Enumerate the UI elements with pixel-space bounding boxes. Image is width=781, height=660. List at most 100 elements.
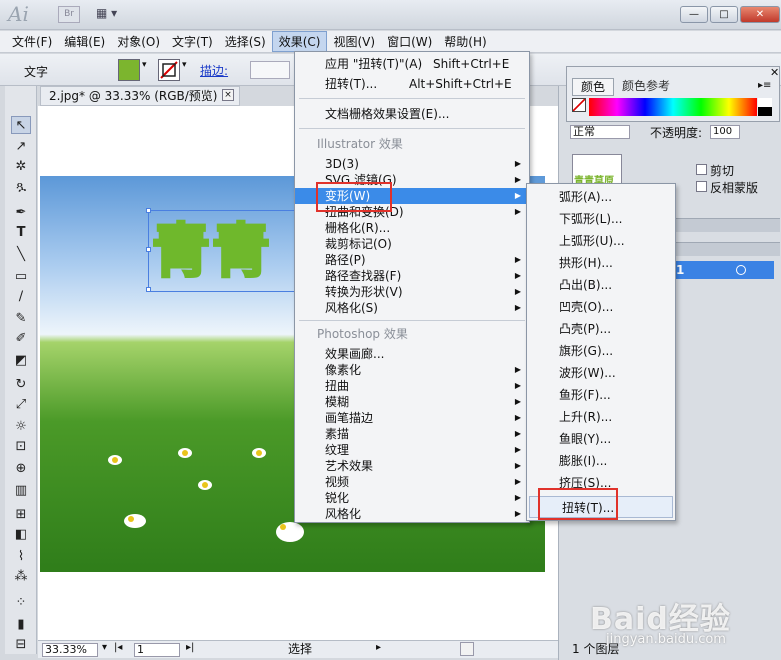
rectangle-tool-icon[interactable]: ▭ <box>11 268 31 286</box>
warp-item-arc[interactable]: 弧形(A)... <box>527 186 675 208</box>
warp-item-rise[interactable]: 上升(R)... <box>527 406 675 428</box>
eyedropper-icon[interactable]: ⌇ <box>11 548 31 566</box>
menu-view[interactable]: 视图(V) <box>327 31 381 52</box>
none-swatch[interactable] <box>572 98 586 112</box>
warp-item-arc-upper[interactable]: 上弧形(U)... <box>527 230 675 252</box>
selection-tool-icon[interactable]: ↖ <box>11 116 31 134</box>
zoom-select[interactable]: 33.33% <box>42 643 98 657</box>
warp-tool-icon[interactable]: ☼ <box>11 418 31 436</box>
page-number-input[interactable]: 1 <box>134 643 180 657</box>
warp-item-shell-lower[interactable]: 凹壳(O)... <box>527 296 675 318</box>
artboard-tool-icon[interactable]: ⊟ <box>11 636 31 654</box>
free-transform-icon[interactable]: ⊡ <box>11 438 31 456</box>
menu-edit[interactable]: 编辑(E) <box>58 31 111 52</box>
menu-item-sketch[interactable]: 素描 ▶ <box>295 426 529 442</box>
blob-brush-icon[interactable]: ✐ <box>11 330 31 348</box>
resize-handle[interactable] <box>146 247 151 252</box>
layer-target-icon[interactable] <box>736 265 746 275</box>
menu-item-path[interactable]: 路径(P) ▶ <box>295 252 529 268</box>
maximize-button[interactable]: □ <box>710 6 738 23</box>
close-icon[interactable]: ✕ <box>770 66 779 79</box>
menu-object[interactable]: 对象(O) <box>111 31 166 52</box>
scale-tool-icon[interactable]: ⤢ <box>11 396 31 414</box>
stroke-weight-input[interactable] <box>250 61 290 79</box>
gradient-tool-icon[interactable]: ◧ <box>11 526 31 544</box>
stroke-swatch[interactable] <box>158 59 180 81</box>
menu-item-rasterize[interactable]: 栅格化(R)... <box>295 220 529 236</box>
first-page-icon[interactable]: |◂ <box>114 642 122 653</box>
menu-item-3d[interactable]: 3D(3) ▶ <box>295 156 529 172</box>
chevron-down-icon[interactable]: ▾ <box>182 60 187 70</box>
menu-type[interactable]: 文字(T) <box>166 31 219 52</box>
graph-tool-icon[interactable]: ▥ <box>11 482 31 500</box>
layout-grid-icon[interactable]: ▦ ▾ <box>96 6 126 23</box>
menu-item-pixelate[interactable]: 像素化 ▶ <box>295 362 529 378</box>
panel-menu-icon[interactable]: ▸≡ <box>758 80 771 91</box>
invert-mask-checkbox[interactable] <box>696 181 707 192</box>
blend-mode-select[interactable]: 正常 <box>570 125 630 139</box>
tab-color[interactable]: 颜色 <box>572 78 614 96</box>
shape-builder-icon[interactable]: ⊕ <box>11 460 31 478</box>
menu-item-crop-marks[interactable]: 裁剪标记(O) <box>295 236 529 252</box>
menu-help[interactable]: 帮助(H) <box>438 31 492 52</box>
column-graph-icon[interactable]: ▮ <box>11 616 31 634</box>
menu-file[interactable]: 文件(F) <box>6 31 58 52</box>
warp-item-bulge[interactable]: 凸出(B)... <box>527 274 675 296</box>
warp-item-arc-lower[interactable]: 下弧形(L)... <box>527 208 675 230</box>
close-icon[interactable]: × <box>222 89 234 101</box>
mesh-tool-icon[interactable]: ⊞ <box>11 506 31 524</box>
document-tab[interactable]: 2.jpg* @ 33.33% (RGB/预览) <box>40 86 240 106</box>
menu-item-video[interactable]: 视频 ▶ <box>295 474 529 490</box>
menu-item-apply-last-effect[interactable]: 应用 "扭转(T)"(A) Shift+Ctrl+E <box>295 56 529 72</box>
menu-effect[interactable]: 效果(C) <box>271 31 328 52</box>
rotate-tool-icon[interactable]: ↻ <box>11 376 31 394</box>
selection-bounding-box[interactable] <box>146 208 298 292</box>
symbol-sprayer-icon[interactable]: ⁘ <box>11 594 31 612</box>
warp-item-fish[interactable]: 鱼形(F)... <box>527 384 675 406</box>
warp-item-inflate[interactable]: 膨胀(I)... <box>527 450 675 472</box>
direct-selection-tool-icon[interactable]: ↗ <box>11 138 31 156</box>
menu-item-convert-to-shape[interactable]: 转换为形状(V) ▶ <box>295 284 529 300</box>
menu-item-artistic[interactable]: 艺术效果 ▶ <box>295 458 529 474</box>
paintbrush-icon[interactable]: ∕ <box>11 288 31 306</box>
tab-color-reference[interactable]: 颜色参考 <box>616 78 676 96</box>
resize-handle[interactable] <box>146 208 151 213</box>
menu-item-texture[interactable]: 纹理 ▶ <box>295 442 529 458</box>
status-text[interactable]: 选择 <box>212 641 388 657</box>
color-spectrum[interactable] <box>589 98 757 116</box>
menu-item-distort[interactable]: 扭曲 ▶ <box>295 378 529 394</box>
fill-swatch[interactable] <box>118 59 140 81</box>
menu-item-raster-settings[interactable]: 文档栅格效果设置(E)... <box>295 106 529 122</box>
warp-item-flag[interactable]: 旗形(G)... <box>527 340 675 362</box>
minimize-button[interactable]: — <box>680 6 708 23</box>
clip-checkbox[interactable] <box>696 164 707 175</box>
warp-item-fisheye[interactable]: 鱼眼(Y)... <box>527 428 675 450</box>
horizontal-scrollbar-thumb[interactable] <box>460 642 474 656</box>
pen-tool-icon[interactable]: ✒ <box>11 204 31 222</box>
eraser-icon[interactable]: ◩ <box>11 352 31 370</box>
menu-item-blur[interactable]: 模糊 ▶ <box>295 394 529 410</box>
close-button[interactable]: ✕ <box>740 6 780 23</box>
warp-item-wave[interactable]: 波形(W)... <box>527 362 675 384</box>
warp-item-arch[interactable]: 拱形(H)... <box>527 252 675 274</box>
next-page-icon[interactable]: ▸| <box>186 642 194 653</box>
menu-item-brush-strokes[interactable]: 画笔描边 ▶ <box>295 410 529 426</box>
status-arrow-icon[interactable]: ▸ <box>376 642 381 653</box>
line-tool-icon[interactable]: ╲ <box>11 246 31 264</box>
chevron-down-icon[interactable]: ▾ <box>102 642 107 653</box>
stroke-label[interactable]: 描边: <box>200 62 228 79</box>
type-tool-icon[interactable]: T <box>11 224 31 242</box>
menu-item-effect-gallery[interactable]: 效果画廊... <box>295 346 529 362</box>
warp-item-shell-upper[interactable]: 凸壳(P)... <box>527 318 675 340</box>
bridge-button[interactable]: Br <box>58 6 80 23</box>
black-white-swatch[interactable] <box>758 98 772 116</box>
magic-wand-icon[interactable]: ✲ <box>11 158 31 176</box>
menu-item-ps-stylize[interactable]: 风格化 ▶ <box>295 506 529 522</box>
opacity-input[interactable]: 100 <box>710 125 740 139</box>
resize-handle[interactable] <box>146 287 151 292</box>
menu-item-stylize[interactable]: 风格化(S) ▶ <box>295 300 529 316</box>
menu-item-sharpen[interactable]: 锐化 ▶ <box>295 490 529 506</box>
menu-select[interactable]: 选择(S) <box>219 31 272 52</box>
menu-item-last-effect[interactable]: 扭转(T)... Alt+Shift+Ctrl+E <box>295 76 529 92</box>
lasso-icon[interactable]: ጿ <box>11 178 31 196</box>
